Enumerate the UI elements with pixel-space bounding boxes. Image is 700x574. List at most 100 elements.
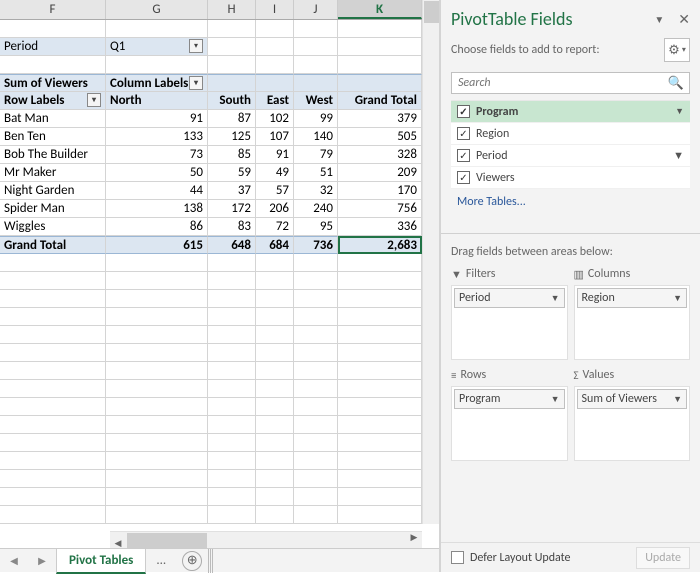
pivot-row-labels[interactable]: Row Labels▾ [0,92,106,110]
cell-value[interactable]: 95 [294,218,338,236]
sheet-tab-overflow[interactable]: ... [146,549,176,572]
col-header-K[interactable]: K [338,0,422,19]
cell-value[interactable]: 73 [106,146,208,164]
chevron-down-icon[interactable]: ▼ [551,394,560,405]
checkbox-checked-icon[interactable]: ✓ [457,105,470,118]
horizontal-scroll-thumb[interactable] [127,533,207,548]
row-label[interactable]: Wiggles [0,218,106,236]
row-label[interactable]: Bat Man [0,110,106,128]
cell-value[interactable]: 107 [256,128,294,146]
cell-value[interactable]: 57 [256,182,294,200]
cell-value[interactable]: 102 [256,110,294,128]
scroll-right-icon[interactable]: ▶ [406,532,422,543]
field-item-program[interactable]: ✓ Program ▼ [451,101,690,123]
row-label[interactable]: Ben Ten [0,128,106,146]
more-tables-link[interactable]: More Tables... [441,189,700,215]
cell-value[interactable]: 59 [208,164,256,182]
col-header-J[interactable]: J [294,0,338,19]
area-filters-body[interactable]: Period▼ [451,285,568,360]
row-label[interactable]: Spider Man [0,200,106,218]
cell-value[interactable]: 51 [294,164,338,182]
cell-value[interactable]: 209 [338,164,422,182]
cell-value[interactable]: 79 [294,146,338,164]
filter-dropdown-icon[interactable]: ▾ [189,39,203,53]
area-columns-body[interactable]: Region▼ [574,285,691,360]
cell-value[interactable]: 505 [338,128,422,146]
vertical-scrollbar[interactable]: ▲ [422,0,439,524]
columns-area-icon: ▥ [574,268,584,281]
tab-splitter[interactable] [208,549,214,573]
update-button[interactable]: Update [636,547,690,569]
cell-value[interactable]: 50 [106,164,208,182]
chevron-down-icon[interactable]: ▼ [675,106,684,117]
horizontal-scrollbar[interactable]: ◀ ▶ [110,531,422,548]
cell-value[interactable]: 91 [106,110,208,128]
field-list: ✓ Program ▼ ✓ Region ✓ Period ▼ ✓ Viewer… [451,100,690,189]
pane-dropdown-icon[interactable]: ▼ [654,13,664,26]
checkbox-checked-icon[interactable]: ✓ [457,149,470,162]
vertical-scroll-thumb[interactable] [424,1,439,23]
field-item-period[interactable]: ✓ Period ▼ [451,145,690,167]
column-labels-dropdown-icon[interactable]: ▾ [189,76,203,90]
cell-value[interactable]: 756 [338,200,422,218]
defer-layout-checkbox[interactable] [451,551,464,564]
cell-value[interactable]: 32 [294,182,338,200]
cell-value[interactable]: 99 [294,110,338,128]
field-search-input[interactable] [451,72,690,94]
cell-value[interactable]: 379 [338,110,422,128]
col-header-grand-total: Grand Total [338,92,422,110]
cell-value[interactable]: 49 [256,164,294,182]
chip-period[interactable]: Period▼ [454,288,565,308]
cell-value[interactable]: 125 [208,128,256,146]
chip-sum-of-viewers[interactable]: Sum of Viewers▼ [577,389,688,409]
pivot-column-labels[interactable]: Column Labels▾ [106,74,208,92]
chip-program[interactable]: Program▼ [454,389,565,409]
col-header-H[interactable]: H [208,0,256,19]
grand-total-label: Grand Total [0,236,106,254]
col-header-G[interactable]: G [106,0,208,19]
cell-value[interactable]: 172 [208,200,256,218]
cell-value[interactable]: 83 [208,218,256,236]
area-values-body[interactable]: Sum of Viewers▼ [574,386,691,461]
report-filter-value[interactable]: Q1▾ [106,38,208,56]
cell-value[interactable]: 170 [338,182,422,200]
pivot-column-labels-text: Column Labels [110,76,188,91]
field-item-viewers[interactable]: ✓ Viewers [451,167,690,189]
cell-value[interactable]: 44 [106,182,208,200]
checkbox-checked-icon[interactable]: ✓ [457,127,470,140]
checkbox-checked-icon[interactable]: ✓ [457,171,470,184]
cell-value[interactable]: 85 [208,146,256,164]
chevron-down-icon[interactable]: ▼ [673,394,682,405]
row-label[interactable]: Bob The Builder [0,146,106,164]
cell-value[interactable]: 86 [106,218,208,236]
cell-value[interactable]: 336 [338,218,422,236]
sheet-tab-active[interactable]: Pivot Tables [56,548,146,574]
chevron-down-icon[interactable]: ▼ [551,293,560,304]
filter-area-icon: ▼ [451,268,462,281]
cell-value[interactable]: 206 [256,200,294,218]
chevron-down-icon[interactable]: ▼ [673,293,682,304]
sheet-nav-buttons[interactable]: ◀▶ [0,554,56,567]
row-label[interactable]: Mr Maker [0,164,106,182]
row-label[interactable]: Night Garden [0,182,106,200]
cell-value[interactable]: 240 [294,200,338,218]
grand-total-total[interactable]: 2,683 [338,236,422,254]
cell-value[interactable]: 72 [256,218,294,236]
field-list-settings-button[interactable]: ⚙▾ [664,38,690,62]
chip-region[interactable]: Region▼ [577,288,688,308]
row-labels-dropdown-icon[interactable]: ▾ [87,93,101,107]
cell-value[interactable]: 91 [256,146,294,164]
field-item-region[interactable]: ✓ Region [451,123,690,145]
col-header-I[interactable]: I [256,0,294,19]
cell-value[interactable]: 37 [208,182,256,200]
new-sheet-button[interactable]: ⊕ [182,551,202,571]
col-header-F[interactable]: F [0,0,106,19]
cell-value[interactable]: 138 [106,200,208,218]
cell-value[interactable]: 133 [106,128,208,146]
cell-value[interactable]: 87 [208,110,256,128]
pane-close-button[interactable]: ✕ [678,11,690,28]
cell-value[interactable]: 140 [294,128,338,146]
cell-value[interactable]: 328 [338,146,422,164]
grid[interactable]: Period Q1▾ Sum of Viewers Column Labels▾… [0,20,422,524]
area-rows-body[interactable]: Program▼ [451,386,568,461]
